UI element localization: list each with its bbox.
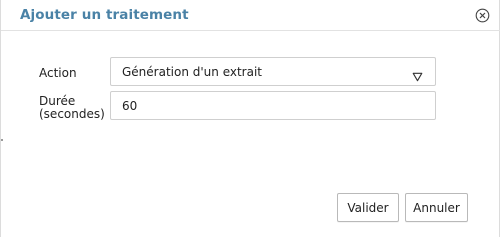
duration-label-line2: (secondes) [39, 107, 105, 121]
close-icon[interactable] [475, 8, 490, 23]
action-select[interactable]: Génération d'un extrait [110, 57, 436, 86]
validate-button[interactable]: Valider [337, 193, 399, 222]
dialog-title: Ajouter un traitement [20, 7, 189, 23]
duration-input-value: 60 [122, 99, 138, 113]
action-select-value: Génération d'un extrait [122, 65, 263, 79]
action-label: Action [39, 66, 77, 80]
duration-input[interactable]: 60 [110, 91, 436, 120]
duration-label: Durée (secondes) [39, 95, 105, 121]
add-processing-dialog: Ajouter un traitement Action Génération … [0, 0, 500, 237]
cancel-button[interactable]: Annuler [405, 193, 468, 222]
chevron-down-icon [412, 67, 423, 82]
edge-mark [1, 139, 3, 141]
dialog-header: Ajouter un traitement [1, 0, 500, 31]
